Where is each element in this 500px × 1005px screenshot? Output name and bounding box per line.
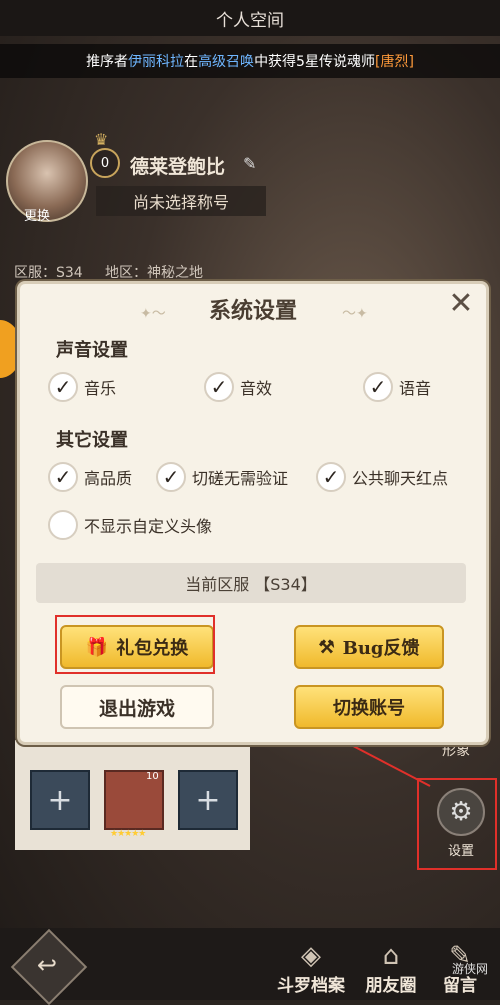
player-name: 德莱登鲍比: [130, 156, 226, 178]
tools-icon: ⚒: [318, 636, 335, 658]
watermark: 游侠网: [452, 962, 489, 976]
nav-archive[interactable]: ◈ 斗罗档案: [270, 930, 352, 1000]
option-spar-no-verify[interactable]: ✓ 切磋无需验证: [156, 462, 288, 492]
option-voice[interactable]: ✓ 语音: [363, 372, 431, 402]
highlight-box-gift: [55, 615, 215, 674]
region-label: 地区：神秘之地: [104, 265, 203, 281]
announcement-reward: [唐烈]: [374, 54, 414, 70]
archive-icon: ◈: [301, 941, 321, 971]
edit-name-icon[interactable]: ✎: [243, 154, 256, 173]
option-high-quality[interactable]: ✓ 高品质: [48, 462, 132, 492]
nav-label: 斗罗档案: [277, 976, 345, 996]
option-sfx[interactable]: ✓ 音效: [204, 372, 272, 402]
option-label: 高品质: [84, 469, 133, 488]
server-label: 区服：S34: [14, 265, 83, 281]
other-section-title: 其它设置: [56, 430, 128, 451]
switch-account-button[interactable]: 切换账号: [294, 685, 444, 729]
announcement-event: 高级召唤: [198, 54, 255, 70]
check-icon[interactable]: ✓: [204, 372, 234, 402]
sound-section-title: 声音设置: [56, 340, 128, 361]
announcement-mid1: 在: [184, 54, 199, 70]
close-icon[interactable]: ✕: [444, 286, 478, 321]
check-icon[interactable]: ✓: [48, 372, 78, 402]
friends-icon: ⌂: [382, 941, 400, 971]
check-icon[interactable]: ✓: [156, 462, 186, 492]
option-label: 公共聊天红点: [352, 469, 449, 488]
page-title: 个人空间: [0, 0, 500, 36]
system-settings-dialog: ✦～ 系统设置 ～✦ ✕ 声音设置 ✓ 音乐 ✓ 音效 ✓ 语音 其它设置 ✓ …: [17, 281, 489, 745]
back-icon[interactable]: ↩: [30, 948, 64, 982]
announcement-prefix: 推序者: [86, 54, 129, 70]
option-label: 语音: [399, 379, 432, 398]
bug-feedback-label: Bug反馈: [342, 638, 420, 659]
check-icon[interactable]: ✓: [48, 462, 78, 492]
avatar-change-label[interactable]: 更换: [24, 205, 50, 224]
announcement-bar: 推序者 伊丽科拉在高级召唤 中获得5星传说魂师 [唐烈]: [0, 44, 500, 78]
hero-level: 10: [146, 771, 159, 782]
nav-friends[interactable]: ⌂ 朋友圈: [356, 930, 426, 1000]
option-music[interactable]: ✓ 音乐: [48, 372, 116, 402]
announcement-mid2: 中获得5星传说魂师: [254, 54, 375, 70]
add-slot-button[interactable]: +: [178, 770, 238, 830]
bug-feedback-button[interactable]: ⚒ Bug反馈: [294, 625, 444, 669]
option-label: 音乐: [84, 379, 117, 398]
server-region-info: 区服：S34 地区：神秘之地: [14, 262, 203, 282]
crown-icon: ♛: [94, 130, 109, 149]
option-chat-red-dot[interactable]: ✓ 公共聊天红点: [316, 462, 448, 492]
add-slot-button[interactable]: +: [30, 770, 90, 830]
player-title-select[interactable]: 尚未选择称号: [96, 186, 266, 216]
unchecked-icon[interactable]: [48, 510, 78, 540]
highlight-box-settings: [417, 778, 497, 870]
announcement-player: 伊丽科拉: [128, 54, 185, 70]
current-server-bar: 当前区服 【S34】: [36, 563, 466, 603]
check-icon[interactable]: ✓: [316, 462, 346, 492]
dialog-title: 系统设置: [208, 298, 297, 324]
level-badge: 0: [90, 148, 120, 178]
quit-game-button[interactable]: 退出游戏: [60, 685, 214, 729]
check-icon[interactable]: ✓: [363, 372, 393, 402]
option-label: 音效: [240, 379, 273, 398]
option-hide-custom-avatar[interactable]: 不显示自定义头像: [48, 510, 212, 540]
star-rating-icon: ★★★★★: [110, 829, 146, 839]
ornament-icon: ～✦: [342, 306, 368, 322]
option-label: 不显示自定义头像: [84, 517, 213, 536]
option-label: 切磋无需验证: [192, 469, 289, 488]
dialog-header: ✦～ 系统设置 ～✦ ✕: [20, 284, 486, 334]
nav-label: 朋友圈: [365, 976, 417, 996]
